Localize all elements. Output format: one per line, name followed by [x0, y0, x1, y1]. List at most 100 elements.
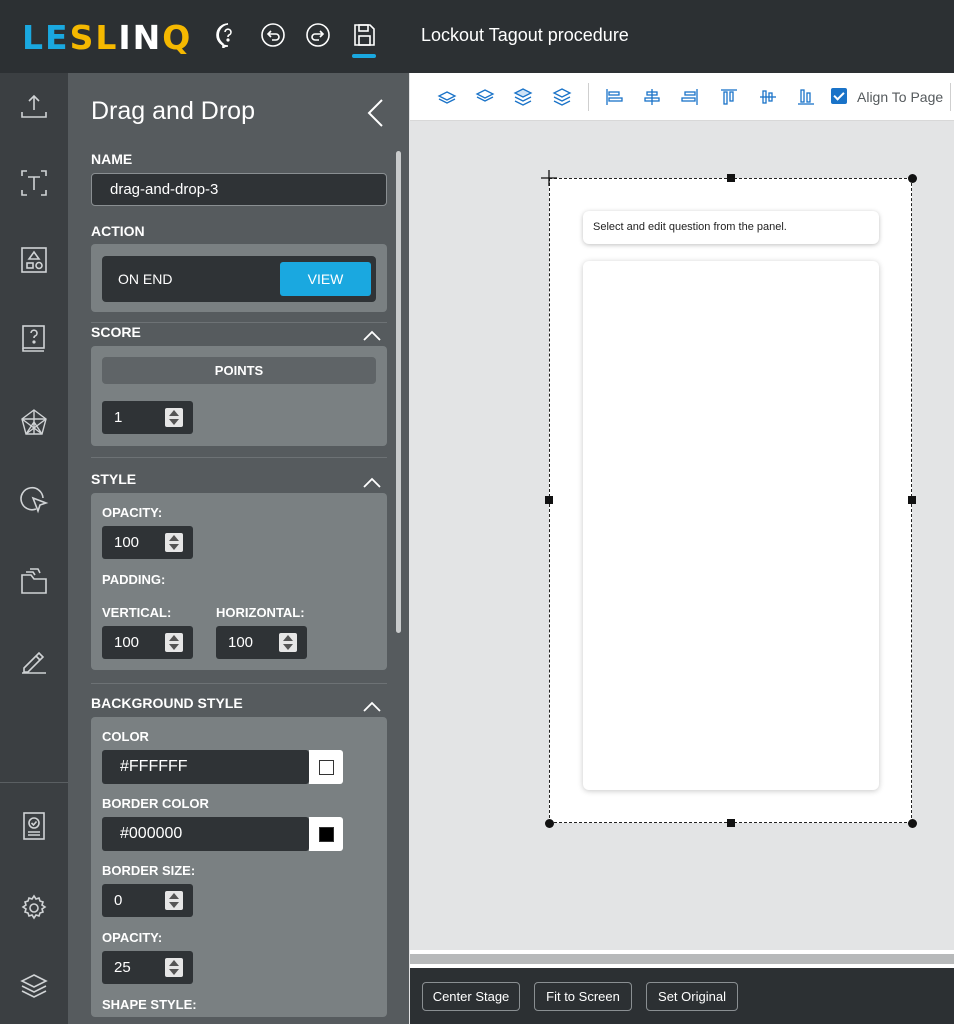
spin-icon[interactable]: [165, 891, 183, 910]
shapes-icon[interactable]: [17, 243, 51, 277]
align-top-icon[interactable]: [719, 87, 739, 107]
horizontal-value: 100: [228, 634, 254, 651]
edit-icon[interactable]: [17, 643, 51, 677]
save-active-indicator: [352, 54, 376, 58]
align-to-page-checkbox[interactable]: [831, 88, 847, 104]
selection-box[interactable]: [549, 178, 912, 823]
resize-handle-bottom-right[interactable]: [908, 819, 917, 828]
opacity-label: OPACITY:: [102, 505, 163, 520]
opacity-value: 100: [114, 534, 140, 551]
align-right-icon[interactable]: [680, 87, 700, 107]
action-label: ACTION: [91, 223, 145, 239]
resize-handle-bottom-left[interactable]: [545, 819, 554, 828]
help-icon[interactable]: [215, 22, 241, 48]
upload-icon[interactable]: [17, 89, 51, 123]
spin-icon[interactable]: [165, 633, 183, 652]
canvas-toolbar: Align To Page: [410, 73, 954, 121]
border-color-input[interactable]: #000000: [102, 817, 343, 851]
folder-icon[interactable]: [17, 564, 51, 598]
center-stage-button[interactable]: Center Stage: [422, 982, 520, 1011]
border-size-value: 0: [114, 892, 123, 909]
align-bottom-icon[interactable]: [796, 87, 816, 107]
align-left-icon[interactable]: [604, 87, 624, 107]
horizontal-padding-stepper[interactable]: 100: [216, 626, 307, 659]
border-color-label: BORDER COLOR: [102, 796, 209, 811]
resize-handle-bottom[interactable]: [727, 819, 735, 827]
view-button[interactable]: VIEW: [280, 262, 371, 296]
bg-opacity-value: 25: [114, 959, 131, 976]
border-color-value: #000000: [120, 825, 183, 842]
color-swatch: [319, 760, 334, 775]
spin-icon[interactable]: [165, 533, 183, 552]
vertical-label: VERTICAL:: [102, 605, 172, 620]
border-color-picker-button[interactable]: [309, 817, 343, 851]
color-picker-button[interactable]: [309, 750, 343, 784]
bring-forward-icon[interactable]: [513, 87, 533, 107]
spin-icon[interactable]: [165, 408, 183, 427]
bg-opacity-stepper[interactable]: 25: [102, 951, 193, 984]
send-backward-icon[interactable]: [475, 87, 495, 107]
fit-to-screen-button[interactable]: Fit to Screen: [534, 982, 632, 1011]
section-divider: [91, 683, 387, 684]
name-label: NAME: [91, 151, 133, 167]
align-middle-icon[interactable]: [758, 87, 778, 107]
send-to-back-icon[interactable]: [437, 87, 457, 107]
vertical-padding-stepper[interactable]: 100: [102, 626, 193, 659]
panel-title: Drag and Drop: [91, 97, 255, 125]
collapse-background-icon[interactable]: [362, 701, 382, 713]
shape-style-label: SHAPE STYLE:: [102, 997, 197, 1012]
color-input[interactable]: #FFFFFF: [102, 750, 343, 784]
panel-scrollbar[interactable]: [396, 151, 401, 633]
text-icon[interactable]: [17, 166, 51, 200]
spin-icon[interactable]: [279, 633, 297, 652]
resize-handle-top-right[interactable]: [908, 174, 917, 183]
background-style-label: BACKGROUND STYLE: [91, 695, 243, 711]
properties-panel: Drag and Drop NAME drag-and-drop-3 ACTIO…: [68, 73, 409, 1024]
border-color-swatch: [319, 827, 334, 842]
set-original-button[interactable]: Set Original: [646, 982, 738, 1011]
toolbar-separator: [950, 83, 951, 111]
toolbar-separator: [588, 83, 589, 111]
save-icon[interactable]: [351, 22, 377, 48]
border-size-label: BORDER SIZE:: [102, 863, 196, 878]
align-center-icon[interactable]: [642, 87, 662, 107]
document-title: Lockout Tagout procedure: [421, 25, 629, 45]
collapse-style-icon[interactable]: [362, 477, 382, 489]
stage: Select and edit question from the panel.: [410, 122, 954, 950]
question-icon[interactable]: [17, 322, 51, 356]
resize-handle-left[interactable]: [545, 496, 553, 504]
layers-icon[interactable]: [17, 969, 51, 1003]
app-logo: LESLINQ: [22, 18, 193, 57]
score-label: SCORE: [91, 324, 141, 340]
undo-icon[interactable]: [260, 22, 286, 48]
color-label: COLOR: [102, 729, 149, 744]
align-to-page-label: Align To Page: [857, 89, 944, 105]
name-input[interactable]: drag-and-drop-3: [91, 173, 387, 206]
border-size-stepper[interactable]: 0: [102, 884, 193, 917]
resize-handle-top[interactable]: [727, 174, 735, 182]
assessment-icon[interactable]: [17, 809, 51, 843]
top-bar: LESLINQ Lockout Tagout procedure: [0, 0, 954, 73]
stage-horizontal-scrollbar[interactable]: [410, 950, 954, 968]
settings-icon[interactable]: [17, 891, 51, 925]
rail-divider: [0, 782, 68, 783]
color-value: #FFFFFF: [120, 758, 188, 775]
horizontal-label: HORIZONTAL:: [216, 605, 305, 620]
bring-to-front-icon[interactable]: [552, 87, 572, 107]
scrollbar-thumb[interactable]: [410, 954, 954, 964]
move-handle-icon[interactable]: [541, 170, 557, 186]
tool-rail: [0, 73, 68, 1024]
opacity-stepper[interactable]: 100: [102, 526, 193, 559]
bottom-bar: Center Stage Fit to Screen Set Original: [410, 968, 954, 1024]
resize-handle-right[interactable]: [908, 496, 916, 504]
network-icon[interactable]: [17, 406, 51, 440]
points-header: POINTS: [102, 357, 376, 384]
collapse-score-icon[interactable]: [362, 330, 382, 342]
points-stepper[interactable]: 1: [102, 401, 193, 434]
cursor-icon[interactable]: [17, 484, 51, 518]
section-divider: [91, 322, 387, 323]
collapse-panel-icon[interactable]: [364, 97, 388, 129]
redo-icon[interactable]: [305, 22, 331, 48]
spin-icon[interactable]: [165, 958, 183, 977]
padding-label: PADDING:: [102, 572, 166, 587]
